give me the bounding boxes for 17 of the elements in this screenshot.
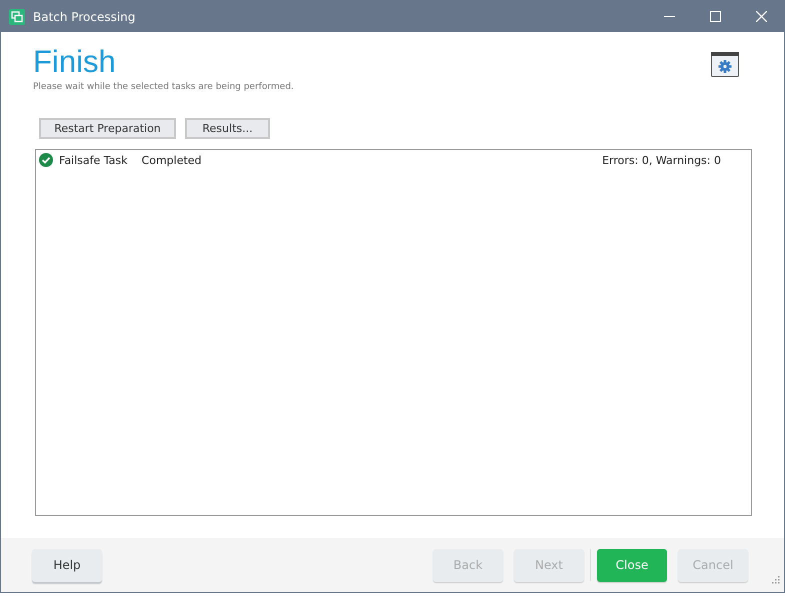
task-summary: Errors: 0, Warnings: 0 (602, 154, 721, 166)
check-icon (39, 153, 53, 167)
task-status: Completed (142, 154, 202, 166)
maximize-icon[interactable] (710, 11, 720, 22)
page-subtitle: Please wait while the selected tasks are being performed. (33, 82, 295, 92)
help-button[interactable]: Help (32, 548, 102, 582)
settings-icon[interactable] (711, 52, 739, 77)
window-title: Batch Processing (33, 10, 136, 24)
resize-grip-icon[interactable] (771, 575, 780, 584)
footer-button[interactable]: Close (597, 548, 667, 582)
task-name: Failsafe Task (59, 154, 128, 166)
results-button[interactable]: Results... (185, 118, 270, 139)
page-title: Finish (33, 44, 117, 80)
close-icon[interactable] (756, 11, 766, 22)
minimize-icon[interactable] (664, 16, 674, 17)
app-icon (9, 8, 25, 24)
restart-button[interactable]: Restart Preparation (39, 118, 176, 139)
